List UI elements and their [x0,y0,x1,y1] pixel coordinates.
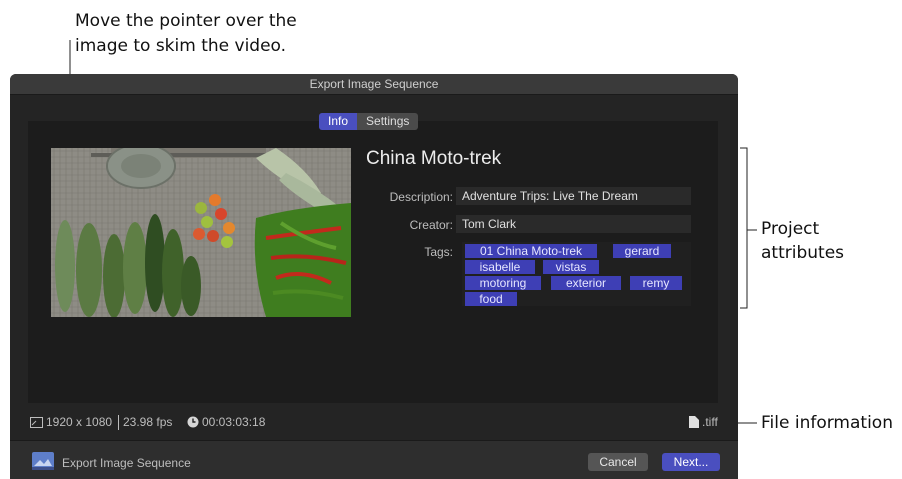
callout-skim-line2: image to skim the video. [75,36,287,56]
creator-label: Creator: [409,218,453,232]
tag-token[interactable]: gerard [613,244,671,258]
tab-info[interactable]: Info [319,113,358,130]
export-image-sequence-icon [32,452,54,470]
tag-token[interactable]: remy [630,276,682,290]
tag-token[interactable]: 01 China Moto-trek [465,244,597,258]
callout-skim-line1: Move the pointer over the [75,11,297,31]
project-bracket [740,147,748,309]
resolution-text: 1920 x 1080 [46,415,113,429]
clock-icon [187,416,199,428]
tag-token[interactable]: isabelle [465,260,535,274]
window-titlebar: Export Image Sequence [10,74,738,95]
tag-token[interactable]: exterior [551,276,621,290]
document-icon [689,416,699,428]
tag-token[interactable]: vistas [543,260,599,274]
description-label: Description: [389,190,453,204]
callout-project-line1: Project [761,219,820,239]
tag-token[interactable]: food [465,292,517,306]
export-image-sequence-dialog: Export Image Sequence Info Settings Chin… [10,74,738,479]
info-divider [118,415,119,430]
callout-project-line2: attributes [761,243,845,263]
tab-bar: Info Settings [319,113,419,130]
footer-label: Export Image Sequence [62,456,191,470]
bottom-bar: Export Image Sequence Cancel Next... [10,440,738,479]
video-thumbnail[interactable] [51,148,351,317]
tag-token[interactable]: motoring [465,276,541,290]
next-button[interactable]: Next... [662,453,720,471]
tab-settings[interactable]: Settings [357,113,419,130]
description-field[interactable]: Adventure Trips: Live The Dream [456,187,691,205]
cancel-button[interactable]: Cancel [588,453,648,471]
creator-field[interactable]: Tom Clark [456,215,691,233]
project-title: China Moto-trek [366,148,502,169]
callout-file-information: File information [761,413,893,433]
duration-text: 00:03:03:18 [202,415,266,429]
file-format-text: .tiff [702,415,718,429]
tags-label: Tags: [424,245,453,259]
frame-rate-text: 23.98 fps [123,415,173,429]
vegetables-image [51,148,351,317]
window-title: Export Image Sequence [309,77,439,91]
frame-size-icon [30,417,43,428]
